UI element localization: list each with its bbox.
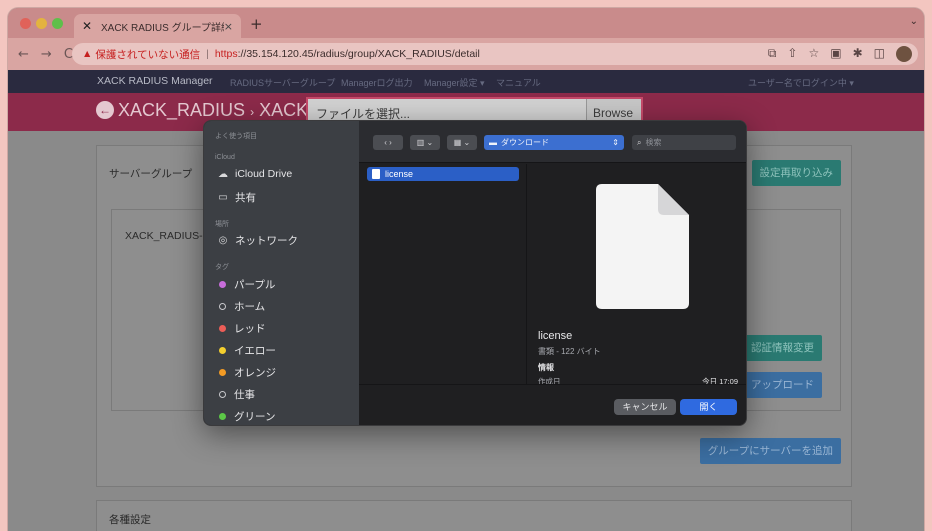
- sidebar-tag-green[interactable]: グリーン: [216, 409, 275, 424]
- folder-icon: ▬: [489, 138, 497, 147]
- sidebar-tag-purple[interactable]: パープル: [216, 277, 275, 292]
- locations-header: 場所: [215, 221, 229, 228]
- panel-title-settings: 各種設定: [109, 514, 151, 526]
- translate-icon[interactable]: ⧉: [768, 46, 777, 62]
- auth-change-button[interactable]: 認証情報変更: [743, 335, 822, 361]
- preview-file-name: license: [538, 330, 573, 342]
- new-tab-button[interactable]: +: [250, 15, 263, 33]
- tag-dot-icon: [219, 369, 226, 376]
- tab-close-icon[interactable]: ×: [224, 20, 233, 33]
- app-brand[interactable]: XACK RADIUS Manager: [97, 75, 213, 87]
- view-columns-icon[interactable]: ▥ ⌄: [410, 135, 440, 150]
- nav-item-manual[interactable]: マニュアル: [496, 76, 541, 89]
- nav-item-log-output[interactable]: Managerログ出力: [341, 76, 413, 89]
- tag-dot-icon: [219, 347, 226, 354]
- tag-dot-icon: [219, 303, 226, 310]
- add-server-button[interactable]: グループにサーバーを追加: [699, 438, 841, 464]
- sidebar-item-network[interactable]: ◎ ネットワーク: [216, 233, 298, 248]
- chevron-updown-icon: ⇕: [612, 138, 619, 147]
- nav-user-menu[interactable]: ユーザー名でログイン中 ▾: [748, 76, 854, 89]
- close-window-button[interactable]: [20, 18, 31, 29]
- tag-dot-icon: [219, 413, 226, 420]
- browser-window: ✕ XACK RADIUS グループ詳細 × + ⌄ ← → C ▲ 保護されて…: [8, 8, 924, 531]
- tags-header: タグ: [215, 264, 229, 271]
- tag-dot-icon: [219, 281, 226, 288]
- page-title: ← XACK_RADIUS › XACK: [96, 100, 308, 121]
- icloud-header: iCloud: [215, 154, 235, 161]
- file-item-license[interactable]: license: [367, 167, 519, 181]
- back-forward-buttons[interactable]: ‹ ›: [373, 135, 403, 150]
- tab-title: XACK RADIUS グループ詳細: [101, 22, 224, 34]
- tab-active[interactable]: ✕ XACK RADIUS グループ詳細 ×: [74, 14, 241, 38]
- preview-file-kind: 書類 - 122 バイト: [538, 347, 601, 356]
- sidebar-item-icloud-drive[interactable]: ☁ iCloud Drive: [216, 168, 292, 180]
- sidepanel-icon[interactable]: ◫: [874, 46, 885, 62]
- location-dropdown[interactable]: ▬ ダウンロード ⇕: [484, 135, 624, 150]
- file-preview: license 書類 - 122 バイト 情報 作成日 今日 17:09: [528, 164, 746, 386]
- dialog-sidebar: よく使う項目 iCloud ☁ iCloud Drive ▭ 共有 場所 ◎ ネットワ…: [204, 121, 359, 425]
- dialog-footer: キャンセル 開く: [359, 384, 746, 425]
- upload-button[interactable]: アップロード: [743, 372, 822, 398]
- browser-toolbar: ← → C ▲ 保護されていない通信 | https://35.154.120.…: [8, 38, 924, 70]
- back-button[interactable]: ←: [18, 47, 29, 62]
- panel-title: サーバーグループ: [109, 168, 193, 180]
- favorites-header: よく使う項目: [215, 133, 257, 140]
- url-scheme: https: [214, 48, 238, 60]
- sidebar-tag-work[interactable]: 仕事: [216, 387, 255, 402]
- url-text: ://35.154.120.45/radius/group/XACK_RADIU…: [237, 48, 480, 60]
- tab-strip: ✕ XACK RADIUS グループ詳細 × + ⌄: [8, 8, 924, 38]
- server-name: XACK_RADIUS-: [125, 230, 203, 242]
- tab-search-icon[interactable]: ⌄: [910, 16, 918, 27]
- settings-panel: 各種設定: [96, 500, 852, 531]
- nav-item-settings[interactable]: Manager設定 ▾: [424, 76, 485, 89]
- security-warning-text: 保護されていない通信: [95, 48, 201, 61]
- back-arrow-icon[interactable]: ←: [96, 101, 114, 119]
- warning-icon: ▲: [82, 48, 93, 60]
- forward-button[interactable]: →: [41, 47, 52, 62]
- separator: |: [206, 48, 209, 60]
- search-icon: ⌕: [637, 137, 642, 147]
- extension-icon[interactable]: ▣: [830, 46, 841, 62]
- cancel-button[interactable]: キャンセル: [614, 399, 676, 415]
- preview-info-label: 情報: [538, 363, 554, 372]
- document-icon: [372, 169, 380, 179]
- group-view-icon[interactable]: ▦ ⌄: [447, 135, 477, 150]
- file-open-dialog: よく使う項目 iCloud ☁ iCloud Drive ▭ 共有 場所 ◎ ネットワ…: [203, 120, 747, 426]
- bookmark-star-icon[interactable]: ☆: [808, 46, 819, 62]
- sidebar-tag-home[interactable]: ホーム: [216, 299, 265, 314]
- omnibox-actions: ⧉ ⇧ ☆ ▣ ✱ ◫: [768, 46, 912, 62]
- sidebar-tag-red[interactable]: レッド: [216, 321, 266, 336]
- favicon-icon: ✕: [82, 19, 93, 33]
- open-button[interactable]: 開く: [680, 399, 737, 415]
- address-bar[interactable]: ▲ 保護されていない通信 | https://35.154.120.45/rad…: [72, 43, 918, 65]
- zoom-window-button[interactable]: [52, 18, 63, 29]
- share-icon[interactable]: ⇧: [787, 46, 797, 62]
- network-globe-icon: ◎: [218, 235, 228, 246]
- reload-config-button[interactable]: 設定再取り込み: [751, 160, 841, 186]
- app-navbar: XACK RADIUS Manager RADIUSサーバーグループ Manag…: [8, 70, 924, 93]
- tag-dot-icon: [219, 325, 226, 332]
- puzzle-icon[interactable]: ✱: [853, 46, 863, 62]
- file-list: license: [359, 164, 527, 384]
- minimize-window-button[interactable]: [36, 18, 47, 29]
- tag-dot-icon: [219, 391, 226, 398]
- sidebar-tag-yellow[interactable]: イエロー: [216, 343, 276, 358]
- profile-avatar[interactable]: [896, 46, 912, 62]
- dialog-toolbar: ‹ › ▥ ⌄ ▦ ⌄ ▬ ダウンロード ⇕ ⌕ 検索: [359, 121, 746, 163]
- shared-folder-icon: ▭: [218, 192, 228, 203]
- search-field[interactable]: ⌕ 検索: [632, 135, 736, 150]
- sidebar-tag-orange[interactable]: オレンジ: [216, 365, 276, 380]
- cloud-icon: ☁: [218, 168, 228, 180]
- nav-item-server-groups[interactable]: RADIUSサーバーグループ: [230, 76, 335, 89]
- sidebar-item-shared[interactable]: ▭ 共有: [216, 190, 256, 205]
- document-preview-icon: [596, 184, 689, 309]
